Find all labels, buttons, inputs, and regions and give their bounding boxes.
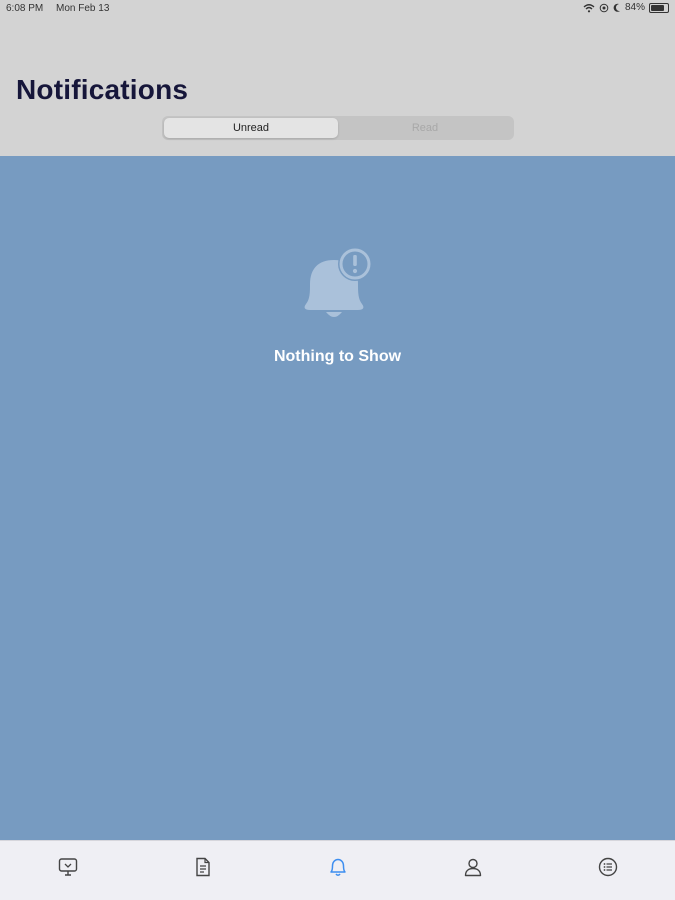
- battery-icon: [649, 2, 669, 13]
- list-icon: [598, 857, 618, 877]
- segment-read[interactable]: Read: [338, 118, 512, 138]
- battery-percent: 84%: [624, 2, 645, 13]
- status-time: 6:08 PM: [6, 3, 44, 14]
- tab-bar: [0, 840, 675, 900]
- notifications-content: Nothing to Show: [0, 156, 675, 840]
- bell-icon: [330, 858, 346, 876]
- tab-more[interactable]: [596, 855, 620, 879]
- status-bar: 6:08 PM Mon Feb 13 84%: [0, 0, 675, 18]
- battery-fill: [651, 4, 665, 11]
- tab-documents[interactable]: [191, 855, 215, 879]
- display-icon: [58, 858, 78, 876]
- moon-icon: [613, 3, 620, 12]
- header: 6:08 PM Mon Feb 13 84% Notifications Unr: [0, 0, 675, 156]
- document-icon: [196, 857, 210, 877]
- tab-profile[interactable]: [461, 855, 485, 879]
- wifi-icon: [583, 3, 595, 12]
- focus-icon: [599, 3, 609, 12]
- segmented-control[interactable]: Unread Read: [162, 116, 514, 140]
- person-icon: [464, 858, 482, 877]
- page-title: Notifications: [16, 74, 189, 105]
- empty-state-message: Nothing to Show: [273, 348, 402, 365]
- bell-alert-icon: [304, 247, 372, 317]
- segment-unread[interactable]: Unread: [164, 118, 338, 138]
- tab-notifications[interactable]: [326, 855, 350, 879]
- tab-display[interactable]: [56, 855, 80, 879]
- status-date: Mon Feb 13: [56, 3, 110, 14]
